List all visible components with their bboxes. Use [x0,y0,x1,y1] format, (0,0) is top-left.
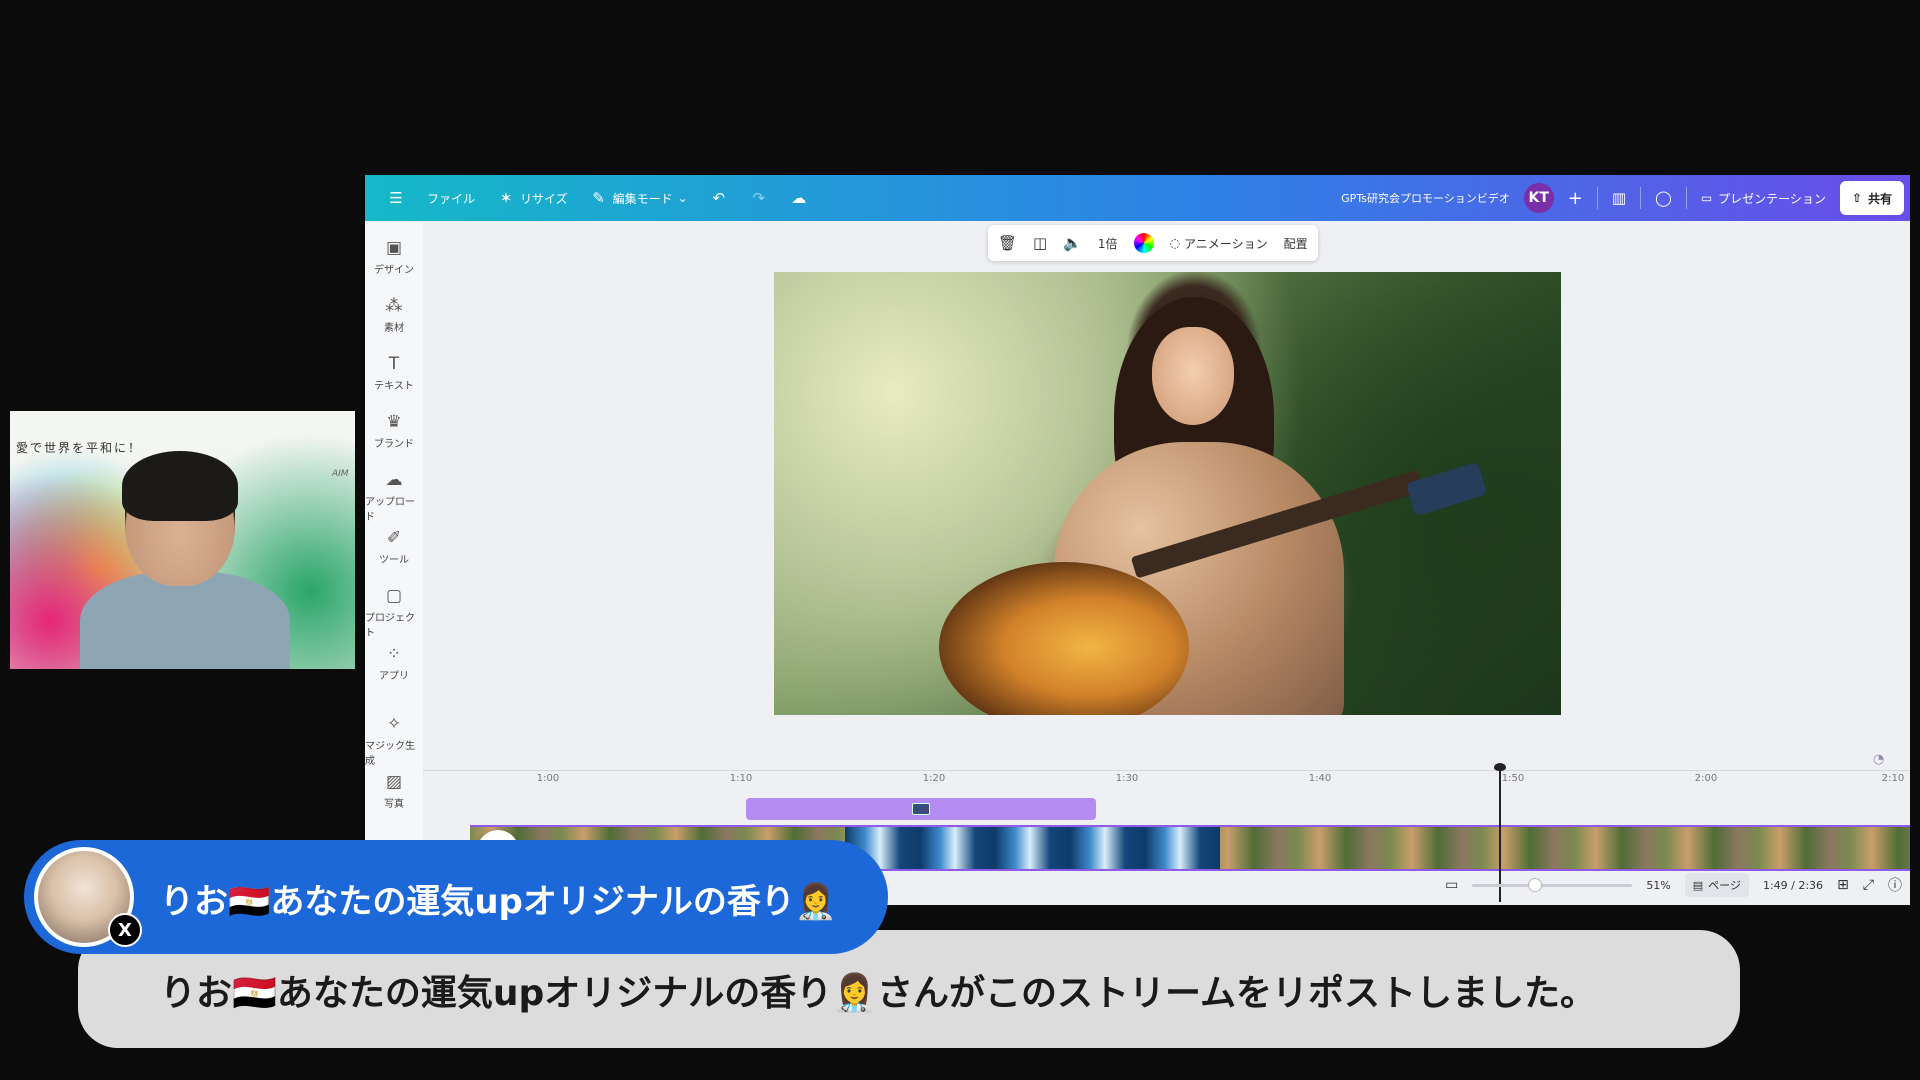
hamburger-icon: ☰ [389,189,403,207]
tools-icon: ✐ [386,528,402,548]
color-picker-icon[interactable] [1133,233,1154,253]
edit-mode-dropdown[interactable]: ✎ 編集モード ⌄ [590,189,688,207]
x-logo-icon: X [108,913,142,947]
animation-button[interactable]: ◌ アニメーション [1170,235,1268,252]
notes-icon[interactable]: ▭ [1445,877,1458,893]
zoom-level[interactable]: 51% [1646,879,1670,892]
split-icon[interactable]: ◫ [1033,234,1047,252]
timeline-tick: 1:40 [1308,773,1332,784]
timeline-tick: 1:00 [536,773,560,784]
sparkle-icon: ✶ [499,189,513,207]
redo-icon: ↷ [752,189,766,207]
redo-button[interactable]: ↷ [750,189,768,207]
insights-button[interactable]: ▥ [1612,189,1626,207]
webcam-banner-text: 愛で世界を平和に！ [16,441,143,455]
fullscreen-icon[interactable]: ⤢ [1863,877,1874,893]
zoom-slider-handle[interactable] [1527,877,1542,892]
sidebar-item-text[interactable]: T テキスト [365,355,423,392]
brand-icon: ♛ [386,412,402,432]
pencil-icon: ✎ [592,189,605,207]
sidebar-item-upload[interactable]: ☁ アップロード [365,471,423,523]
user-avatar-kt[interactable]: KT [1523,183,1554,213]
page-view-button[interactable]: ▤ ページ [1684,873,1749,897]
video-editor-window: ☰ ファイル ✶ リサイズ ✎ 編集モード ⌄ ↶ ↷ ☁ GPTs研究会プロモーショ… [365,175,1910,905]
present-button[interactable]: ▭ プレゼンテーション [1701,190,1826,207]
chevron-down-icon: ⌄ [677,191,688,205]
resize-button[interactable]: ✶ リサイズ [497,189,568,207]
arrange-button[interactable]: 配置 [1284,235,1308,252]
top-toolbar: ☰ ファイル ✶ リサイズ ✎ 編集モード ⌄ ↶ ↷ ☁ GPTs研究会プロモーショ… [365,175,1910,221]
present-icon: ▭ [1700,191,1713,205]
playback-time: 1:49 / 2:36 [1762,878,1824,892]
audio-clip-thumbnail [912,803,930,815]
divider [1685,187,1687,209]
divider [1640,187,1642,209]
video-clip-segment[interactable] [845,827,1220,869]
project-title[interactable]: GPTs研究会プロモーションビデオ [1341,190,1510,206]
timeline-tick: 1:50 [1501,773,1525,784]
canvas-image[interactable] [774,272,1561,715]
volume-icon[interactable]: 🔈 [1063,234,1082,252]
timeline-tick: 1:10 [729,773,753,784]
magic-icon: ✧ [386,714,402,734]
menu-button[interactable]: ☰ [387,189,405,207]
add-collaborator-button[interactable]: + [1568,188,1583,209]
zoom-slider[interactable] [1472,877,1633,892]
undo-icon: ↶ [712,189,726,207]
repost-message: りお🇪🇬あなたの運気upオリジナルの香り👩‍⚕️さんがこのストリームをリポストし… [160,973,1596,1014]
sidebar-item-design[interactable]: ▣ デザイン [365,239,423,276]
reposter-name: りお🇪🇬あなたの運気upオリジナルの香り👩‍⚕️ [160,882,838,922]
cloud-save-button[interactable]: ☁ [790,189,808,207]
sidebar-item-projects[interactable]: ▢ プロジェクト [365,587,423,639]
help-icon[interactable]: ⓘ [1888,875,1902,895]
comment-icon: ◯ [1655,189,1672,207]
design-icon: ▣ [385,238,403,258]
element-toolbar: 🗑 ◫ 🔈 1倍 ◌ アニメーション 配置 [988,225,1318,261]
timeline-tick: 1:30 [1115,773,1139,784]
trash-icon[interactable]: 🗑 [998,234,1017,252]
left-sidebar: ▣ デザイン ⁂ 素材 T テキスト ♛ ブランド ☁ アップロード ✐ ツール ▢ プロジェ… [365,221,423,905]
text-icon: T [388,354,400,374]
share-icon: ⇧ [1851,191,1862,205]
sidebar-item-brand[interactable]: ♛ ブランド [365,413,423,450]
page-icon: ▤ [1692,878,1704,892]
upload-icon: ☁ [385,470,403,490]
timeline-tick: 1:20 [922,773,946,784]
speed-button[interactable]: 1倍 [1098,235,1118,252]
webcam-corner-text: AIM [332,469,349,479]
comment-button[interactable]: ◯ [1655,189,1672,207]
timeline-ruler [423,770,1910,771]
elements-icon: ⁂ [385,296,403,316]
sidebar-item-photos[interactable]: ▨ 写真 [365,773,423,810]
sidebar-item-apps[interactable]: ⁘ アプリ [365,645,423,682]
apps-icon: ⁘ [386,644,402,664]
audio-track-clip[interactable] [746,798,1096,820]
sidebar-item-elements[interactable]: ⁂ 素材 [365,297,423,334]
photos-icon: ▨ [385,772,403,792]
timeline-tick: 2:00 [1694,773,1718,784]
undo-button[interactable]: ↶ [710,189,728,207]
add-audio-icon[interactable]: ◔ [1873,752,1884,767]
timeline: 1:00 1:10 1:20 1:30 1:40 1:50 2:00 2:10 … [423,730,1910,902]
divider [1596,187,1598,209]
timeline-tick: 2:10 [1881,773,1905,784]
share-button[interactable]: ⇧ 共有 [1839,181,1904,215]
webcam-overlay: 愛で世界を平和に！ AIM [10,411,355,669]
grid-view-icon[interactable]: ⊞ [1837,877,1849,893]
bar-chart-icon: ▥ [1611,189,1627,207]
sidebar-item-tools[interactable]: ✐ ツール [365,529,423,566]
file-menu[interactable]: ファイル [427,190,475,207]
cloud-check-icon: ☁ [791,189,807,207]
projects-icon: ▢ [385,586,403,606]
reposter-name-pill: X りお🇪🇬あなたの運気upオリジナルの香り👩‍⚕️ [24,840,888,954]
animation-icon: ◌ [1169,236,1181,250]
sidebar-item-magic[interactable]: ✧ マジック生成 [365,715,423,767]
